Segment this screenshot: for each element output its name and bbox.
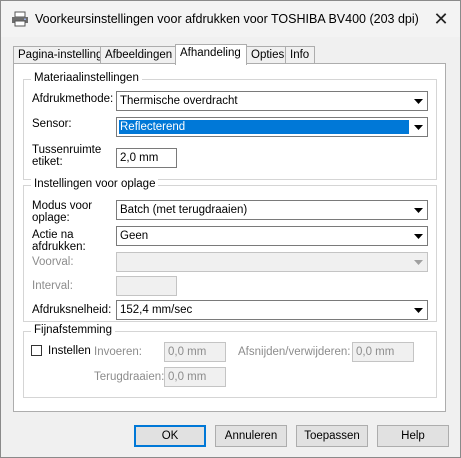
enable-fine-tuning-label[interactable]: Instellen [48, 345, 91, 357]
tab-info[interactable]: Info [285, 46, 315, 64]
fine-tuning-title: Fijnafstemming [31, 324, 115, 336]
title-bar[interactable]: Voorkeursinstellingen voor afdrukken voo… [1, 1, 460, 37]
print-method-label: Afdrukmethode: [32, 93, 114, 105]
backfeed-input[interactable]: 0,0 mm [164, 367, 226, 387]
cut-input[interactable]: 0,0 mm [352, 342, 414, 362]
apply-button[interactable]: Toepassen [296, 425, 368, 447]
fine-tuning-group: Fijnafstemming Instellen Invoeren: 0,0 m… [23, 324, 437, 398]
post-print-action-select[interactable]: Geen [116, 226, 428, 246]
print-preferences-dialog: Voorkeursinstellingen voor afdrukken voo… [0, 0, 461, 458]
print-method-value: Thermische overdracht [120, 95, 238, 107]
help-button[interactable]: Help [377, 425, 449, 447]
print-speed-label: Afdruksnelheid: [32, 304, 112, 316]
enable-fine-tuning-checkbox[interactable] [31, 345, 42, 356]
tab-panel-afhandeling: Materiaalinstellingen Afdrukmethode: The… [13, 63, 446, 412]
chevron-down-icon [414, 234, 423, 239]
chevron-down-icon [414, 99, 423, 104]
chevron-down-icon [414, 308, 423, 313]
feed-input[interactable]: 0,0 mm [164, 342, 226, 362]
post-print-action-label-line1: Actie na [32, 229, 74, 241]
gap-input[interactable]: 2,0 mm [116, 148, 177, 168]
gap-label-line1: Tussenruimte [32, 144, 102, 156]
batch-mode-label-line2: oplage: [32, 212, 70, 224]
backfeed-label: Terugdraaien: [94, 371, 165, 383]
print-speed-value: 152,4 mm/sec [120, 304, 193, 316]
cancel-button[interactable]: Annuleren [215, 425, 287, 447]
print-speed-select[interactable]: 152,4 mm/sec [116, 300, 428, 320]
cut-label: Afsnijden/verwijderen: [238, 346, 351, 358]
feed-label: Invoeren: [94, 346, 142, 358]
window-title: Voorkeursinstellingen voor afdrukken voo… [35, 12, 419, 26]
batch-mode-value: Batch (met terugdraaien) [120, 204, 248, 216]
chevron-down-icon [414, 125, 423, 130]
tab-pagina-instelling[interactable]: Pagina-instelling [13, 46, 102, 64]
chevron-down-icon [414, 260, 423, 265]
batch-settings-group: Instellingen voor oplage Modus voor opla… [23, 178, 437, 322]
sensor-value: Reflecterend [119, 120, 409, 134]
batch-mode-label-line1: Modus voor [32, 200, 93, 212]
chevron-down-icon [414, 208, 423, 213]
post-print-action-label-line2: afdrukken: [32, 241, 86, 253]
condition-label: Voorval: [32, 256, 74, 268]
print-method-select[interactable]: Thermische overdracht [116, 91, 428, 111]
batch-settings-title: Instellingen voor oplage [31, 178, 159, 190]
batch-mode-select[interactable]: Batch (met terugdraaien) [116, 200, 428, 220]
sensor-select[interactable]: Reflecterend [116, 117, 428, 137]
material-settings-title: Materiaalinstellingen [31, 72, 142, 84]
post-print-action-value: Geen [120, 230, 149, 242]
gap-label-line2: etiket: [32, 156, 63, 168]
ok-button[interactable]: OK [134, 425, 206, 447]
printer-icon [12, 11, 28, 27]
condition-select[interactable] [116, 252, 428, 272]
tab-afhandeling[interactable]: Afhandeling [175, 44, 247, 65]
material-settings-group: Materiaalinstellingen Afdrukmethode: The… [23, 72, 437, 180]
tab-opties[interactable]: Opties [246, 46, 286, 64]
sensor-label: Sensor: [32, 118, 72, 130]
interval-input[interactable] [116, 276, 177, 296]
interval-label: Interval: [32, 280, 73, 292]
close-icon[interactable]: ✕ [428, 7, 454, 31]
tab-afbeeldingen[interactable]: Afbeeldingen [100, 46, 176, 64]
